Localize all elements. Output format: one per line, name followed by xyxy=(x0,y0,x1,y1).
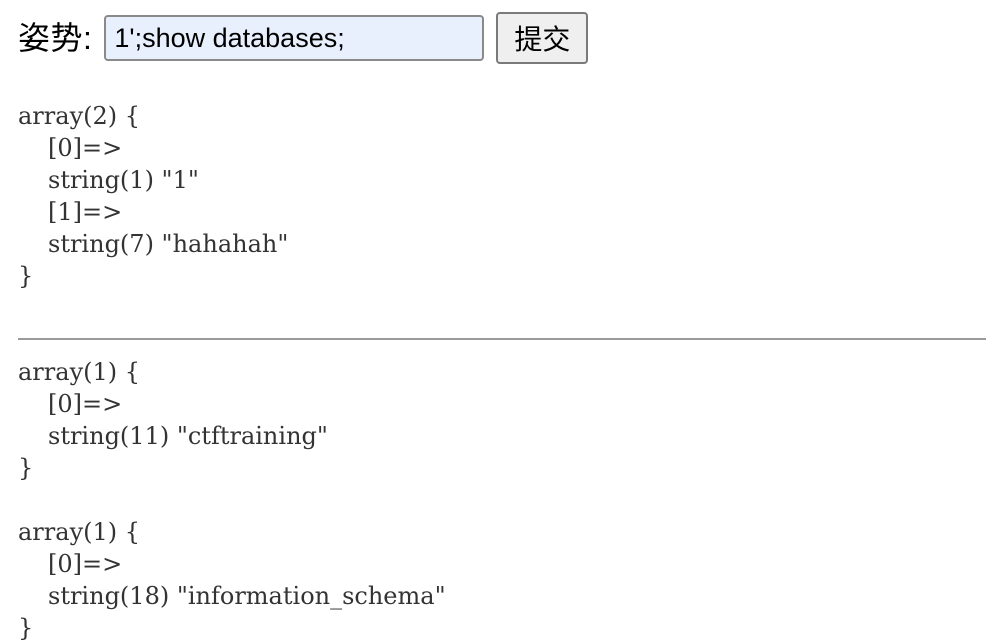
array-value: string(7) "hahahah" xyxy=(48,230,289,258)
array-header: array(2) { xyxy=(18,102,141,130)
query-form: 姿势: 提交 xyxy=(18,12,589,64)
result-dump: array(2) { [0]=> string(1) "1" [1]=> string(… xyxy=(18,100,288,292)
array-key: [0]=> xyxy=(48,134,123,162)
array-key: [1]=> xyxy=(48,198,123,226)
array-value: string(1) "1" xyxy=(48,166,199,194)
divider xyxy=(18,338,986,340)
array-header: array(1) { xyxy=(18,358,141,386)
result-dump: array(1) { [0]=> string(18) "information_s… xyxy=(18,516,446,644)
array-header: array(1) { xyxy=(18,518,141,546)
query-label: 姿势: xyxy=(18,20,93,56)
array-footer: } xyxy=(18,614,34,642)
array-footer: } xyxy=(18,454,34,482)
array-footer: } xyxy=(18,262,34,290)
array-value: string(18) "information_schema" xyxy=(48,582,446,610)
array-key: [0]=> xyxy=(48,550,123,578)
query-input[interactable] xyxy=(104,15,485,61)
array-value: string(11) "ctftraining" xyxy=(48,422,328,450)
result-dump: array(1) { [0]=> string(11) "ctftraining"} xyxy=(18,356,328,484)
submit-button[interactable]: 提交 xyxy=(496,12,589,64)
array-key: [0]=> xyxy=(48,390,123,418)
